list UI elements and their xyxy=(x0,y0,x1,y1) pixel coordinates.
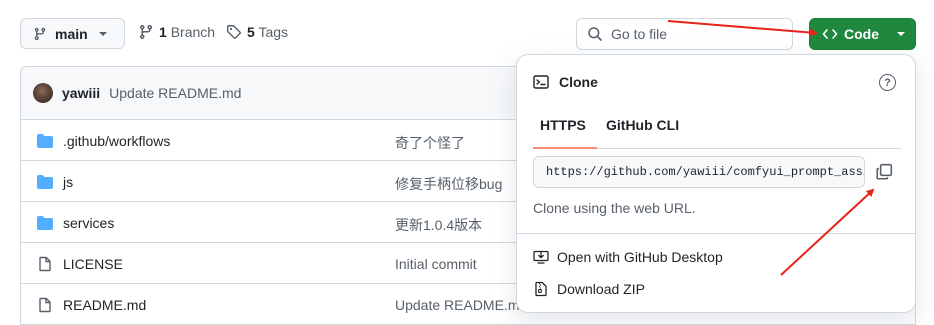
arrow-to-code-button xyxy=(667,20,818,37)
arrow-to-copy-icon xyxy=(780,188,875,276)
annotation-arrows xyxy=(667,20,875,276)
